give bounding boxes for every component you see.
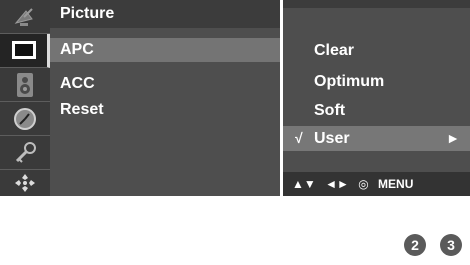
- speaker-icon[interactable]: [0, 68, 50, 102]
- apc-submenu-panel: Clear Optimum Soft √ User ► ▲▼ ◄► ◎ MENU: [283, 0, 470, 196]
- step-badge-3: 3: [440, 234, 462, 256]
- option-label: Clear: [314, 42, 355, 59]
- option-label: Soft: [314, 102, 346, 119]
- option-clear[interactable]: Clear: [283, 38, 470, 63]
- menu-title: Picture: [50, 0, 280, 28]
- step-badge-2: 2: [404, 234, 426, 256]
- option-optimum[interactable]: Optimum: [283, 69, 470, 94]
- menu-item-apc[interactable]: APC: [50, 38, 280, 62]
- up-down-arrows-icon: ▲▼: [292, 177, 316, 191]
- picture-menu-panel: Picture APC ACC Reset: [50, 0, 280, 196]
- picture-screen-icon[interactable]: [0, 34, 50, 68]
- menu-label: MENU: [378, 177, 414, 191]
- left-right-arrows-icon: ◄►: [325, 177, 349, 191]
- ok-button-icon: ◎: [358, 177, 369, 191]
- option-label: User: [314, 130, 350, 147]
- menu-icon-column: [0, 0, 50, 196]
- tv-osd-menu: Picture APC ACC Reset Clear Optimum Soft…: [0, 0, 470, 196]
- clock-icon[interactable]: [0, 102, 50, 136]
- arrow-right-icon: ►: [446, 130, 460, 146]
- settings-option-icon[interactable]: [0, 170, 50, 196]
- menu-item-reset[interactable]: Reset: [50, 98, 280, 122]
- option-user[interactable]: √ User ►: [283, 126, 470, 151]
- satellite-antenna-icon[interactable]: [0, 0, 50, 34]
- key-lock-icon[interactable]: [0, 136, 50, 170]
- check-mark-icon: √: [295, 130, 303, 146]
- option-soft[interactable]: Soft: [283, 98, 470, 123]
- menu-item-acc[interactable]: ACC: [50, 72, 280, 96]
- option-label: Optimum: [314, 73, 385, 90]
- submenu-top-strip: [283, 0, 470, 8]
- navigation-help-bar: ▲▼ ◄► ◎ MENU: [283, 172, 470, 196]
